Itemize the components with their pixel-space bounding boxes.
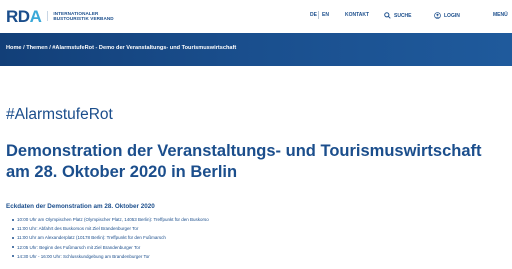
nav-menu[interactable]: MENÜ (493, 12, 508, 18)
bullet-icon (12, 237, 14, 239)
nav-search[interactable]: SUCHE (384, 12, 412, 19)
list-item: 14:30 Uhr - 16:00 Uhr: Schlusskundgebung… (12, 252, 209, 261)
list-item: 11:00 Uhr: Abfahrt des Buskorsos mit Zie… (12, 224, 209, 233)
breadcrumb-bar: Home / Themen / #AlarmstufeRot - Demo de… (0, 33, 512, 66)
list-item-text: 11:00 Uhr: Abfahrt des Buskorsos mit Zie… (17, 226, 139, 232)
search-icon (384, 12, 391, 19)
hashtag-heading: #AlarmstufeRot (6, 106, 113, 123)
list-item-text: 11:00 Uhr am Alexanderplatz (10178 Berli… (17, 235, 166, 241)
page-title: Demonstration der Veranstaltungs- und To… (6, 142, 482, 181)
logo-line-2: BUSTOURISTIK VERBAND (53, 16, 114, 21)
bullet-icon (12, 255, 14, 258)
bullet-icon (12, 218, 14, 221)
nav-kontakt-label: KONTAKT (345, 12, 370, 18)
list-item-text: 10:00 Uhr am Olympischen Platz (Olympisc… (17, 217, 209, 222)
nav-kontakt[interactable]: KONTAKT (345, 12, 369, 18)
list-item: 11:00 Uhr am Alexanderplatz (10178 Berli… (12, 233, 209, 242)
rda-logo[interactable]: RDA INTERNATIONALER BUSTOURISTIK VERBAND (6, 5, 114, 27)
nav-menu-label: MENÜ (493, 12, 508, 18)
logo-mark: RDA (6, 6, 42, 26)
bullet-icon (12, 227, 14, 230)
event-list: 10:00 Uhr am Olympischen Platz (Olympisc… (12, 215, 209, 261)
nav-login-label: LOGIN (444, 12, 460, 19)
list-item-text: 12:05 Uhr: Beginn des Fußmarsch mit Ziel… (17, 244, 141, 250)
lang-en-link[interactable]: EN (322, 12, 329, 18)
logo-text: INTERNATIONALER BUSTOURISTIK VERBAND (47, 10, 114, 22)
lang-divider (318, 11, 319, 19)
nav-search-label: SUCHE (394, 12, 412, 19)
list-item: 10:00 Uhr am Olympischen Platz (Olympisc… (12, 215, 209, 224)
user-icon (434, 12, 441, 19)
list-item-text: 14:30 Uhr - 16:00 Uhr: Schlusskundgebung… (17, 253, 150, 259)
logo-line-1: INTERNATIONALER (53, 10, 99, 16)
site-header: RDA INTERNATIONALER BUSTOURISTIK VERBAND… (0, 0, 512, 32)
list-item: 12:05 Uhr: Beginn des Fußmarsch mit Ziel… (12, 243, 209, 252)
breadcrumb[interactable]: Home / Themen / #AlarmstufeRot - Demo de… (6, 45, 236, 51)
lang-de-link[interactable]: DE (310, 12, 317, 18)
section-title: Eckdaten der Demonstration am 28. Oktobe… (6, 203, 155, 210)
nav-login[interactable]: LOGIN (434, 12, 460, 19)
bullet-icon (12, 246, 14, 249)
